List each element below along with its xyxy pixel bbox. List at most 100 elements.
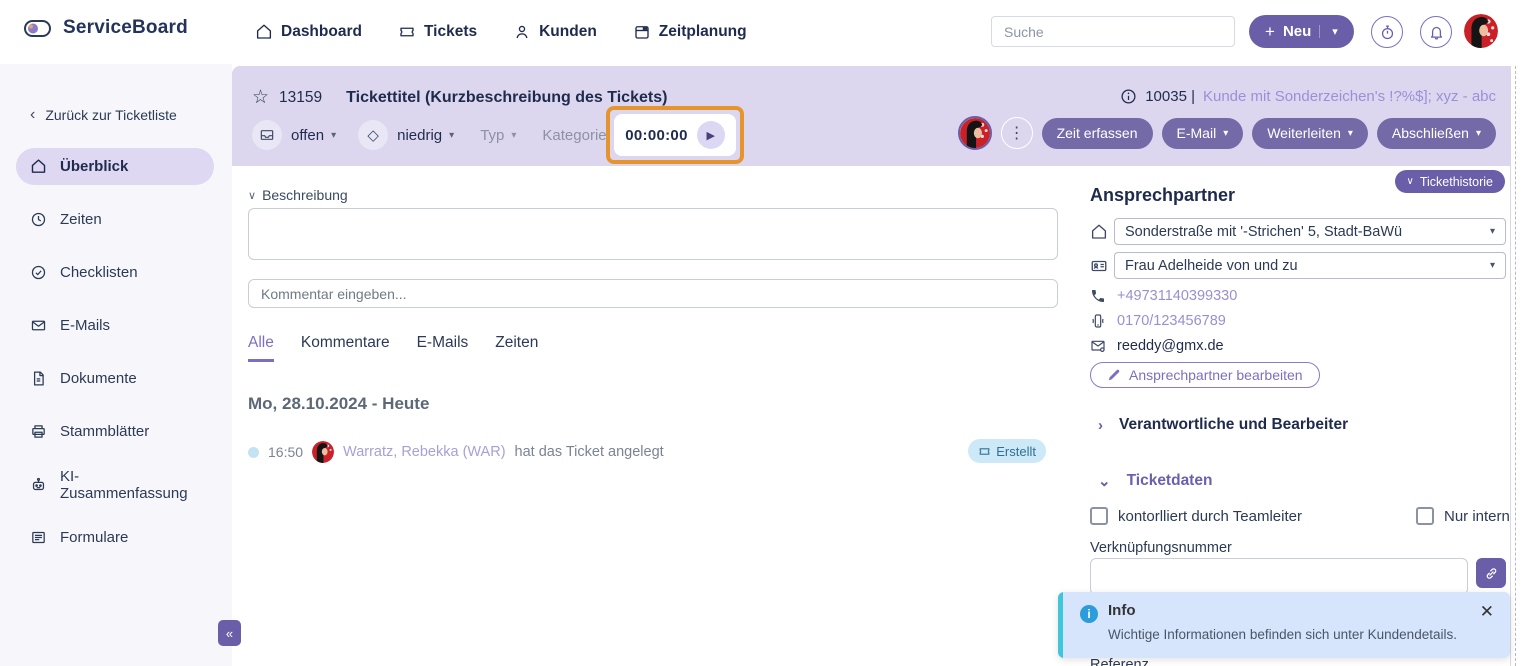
nav-label: Zeitplanung <box>659 23 747 41</box>
left-sidebar: ‹ Zurück zur Ticketliste Überblick Zeite… <box>0 64 232 666</box>
event-badge: Erstellt <box>968 439 1046 463</box>
description-toggle[interactable]: ∨ Beschreibung <box>248 187 348 203</box>
nav-item-zeitplanung[interactable]: Zeitplanung <box>633 23 747 41</box>
type-select[interactable]: Typ <box>480 127 504 144</box>
nav-item-tickets[interactable]: Tickets <box>398 23 477 41</box>
plus-icon: + <box>1265 22 1275 42</box>
chevron-down-icon: ▾ <box>1490 226 1495 237</box>
event-user-avatar[interactable] <box>312 441 334 463</box>
person-icon <box>513 23 531 41</box>
more-options-button[interactable]: ⋮ <box>1001 117 1033 149</box>
tab-emails[interactable]: E-Mails <box>417 334 469 362</box>
edit-contact-button[interactable]: Ansprechpartner bearbeiten <box>1090 362 1320 388</box>
customer-id: 10035 | <box>1145 88 1195 105</box>
sidebar-item-dokumente[interactable]: Dokumente <box>16 360 214 397</box>
ticket-id: 13159 <box>279 89 322 107</box>
responsible-section-toggle[interactable]: › Verantwortliche und Bearbeiter <box>1098 416 1348 434</box>
chevron-down-icon: ▾ <box>1476 128 1481 139</box>
badge-label: Erstellt <box>996 444 1036 459</box>
customer-info-row: 10035 | Kunde mit Sonderzeichen's !?%$];… <box>1120 88 1496 105</box>
info-icon[interactable] <box>1120 88 1137 105</box>
chevron-down-icon[interactable]: ▾ <box>331 130 336 141</box>
comment-input[interactable] <box>248 279 1058 308</box>
ticket-history-button[interactable]: ∨ Tickethistorie <box>1395 170 1506 193</box>
event-action-text: hat das Ticket angelegt <box>515 444 664 460</box>
phone-link[interactable]: +49731140399330 <box>1117 288 1237 304</box>
back-to-ticketlist-link[interactable]: ‹ Zurück zur Ticketliste <box>30 106 177 124</box>
sidebar-item-checklisten[interactable]: Checklisten <box>16 254 214 291</box>
ticket-actions: ⋮ Zeit erfassen E-Mail ▾ Weiterleiten ▾ … <box>958 116 1496 150</box>
email-button[interactable]: E-Mail ▾ <box>1162 118 1244 149</box>
brand-logo-icon <box>24 20 51 37</box>
ticket-icon <box>978 445 991 458</box>
button-label: Tickethistorie <box>1420 175 1493 189</box>
forward-button[interactable]: Weiterleiten ▾ <box>1252 118 1368 149</box>
nav-label: Tickets <box>424 23 477 41</box>
sidebar-item-emails[interactable]: E-Mails <box>16 307 214 344</box>
new-button[interactable]: + Neu ▾ <box>1249 15 1354 48</box>
close-ticket-button[interactable]: Abschließen ▾ <box>1377 118 1496 149</box>
link-button[interactable] <box>1476 558 1506 588</box>
star-icon[interactable]: ☆ <box>252 86 269 109</box>
play-icon[interactable]: ▶ <box>697 121 725 149</box>
user-avatar[interactable] <box>1464 14 1498 48</box>
timetracker-button[interactable] <box>1371 16 1403 48</box>
chevron-down-icon: ∨ <box>1407 176 1414 187</box>
clipped-reference-label: Referenz <box>1090 657 1149 666</box>
check-circle-icon <box>30 264 47 281</box>
activity-tabs: Alle Kommentare E-Mails Zeiten <box>248 334 538 362</box>
address-select[interactable]: Sonderstraße mit '-Strichen' 5, Stadt-Ba… <box>1114 218 1506 245</box>
tab-kommentare[interactable]: Kommentare <box>301 334 390 362</box>
notifications-button[interactable] <box>1420 16 1452 48</box>
sidebar-item-zeiten[interactable]: Zeiten <box>16 201 214 238</box>
nur-intern-checkbox[interactable] <box>1416 507 1434 525</box>
address-row: Sonderstraße mit '-Strichen' 5, Stadt-Ba… <box>1090 218 1506 245</box>
category-select[interactable]: Kategorie <box>542 127 606 144</box>
chevron-down-icon[interactable]: ▾ <box>511 130 516 141</box>
tab-alle[interactable]: Alle <box>248 334 274 362</box>
teamleiter-checkbox[interactable] <box>1090 507 1108 525</box>
chevron-down-icon[interactable]: ▾ <box>1319 25 1348 38</box>
nav-item-kunden[interactable]: Kunden <box>513 23 597 41</box>
sidebar-item-ueberblick[interactable]: Überblick <box>16 148 214 185</box>
link-number-label: Verknüpfungsnummer <box>1090 540 1232 556</box>
assignee-avatar[interactable] <box>958 116 992 150</box>
nav-item-dashboard[interactable]: Dashboard <box>255 23 362 41</box>
event-user-link[interactable]: Warratz, Rebekka (WAR) <box>343 444 505 460</box>
chevron-left-icon: ‹ <box>30 106 35 124</box>
tab-zeiten[interactable]: Zeiten <box>495 334 538 362</box>
ticketdata-section-toggle[interactable]: ⌄ Ticketdaten <box>1098 472 1212 490</box>
robot-icon <box>30 476 47 493</box>
house-icon <box>1090 223 1110 241</box>
email-value: reeddy@gmx.de <box>1117 338 1224 354</box>
customer-link[interactable]: Kunde mit Sonderzeichen's !?%$]; xyz - a… <box>1203 88 1496 105</box>
sidebar-item-label: Zeiten <box>60 211 102 228</box>
sidebar-item-ki-zusammenfassung[interactable]: KI-Zusammenfassung <box>16 466 214 503</box>
link-number-input[interactable] <box>1090 558 1468 595</box>
close-icon[interactable]: ✕ <box>1480 602 1494 622</box>
priority-value[interactable]: niedrig <box>397 127 442 144</box>
sidebar-item-stammblaetter[interactable]: Stammblätter <box>16 413 214 450</box>
back-label: Zurück zur Ticketliste <box>45 107 176 123</box>
brand[interactable]: ServiceBoard <box>24 17 188 39</box>
search-input[interactable] <box>991 16 1235 47</box>
chevron-down-icon: ▾ <box>1490 260 1495 271</box>
section-label: Verantwortliche und Bearbeiter <box>1119 416 1348 434</box>
button-label: Abschließen <box>1392 125 1469 141</box>
description-textarea[interactable] <box>248 208 1058 260</box>
vertical-scrollbar[interactable] <box>1510 66 1522 666</box>
record-time-button[interactable]: Zeit erfassen <box>1042 118 1153 149</box>
sidebar-item-formulare[interactable]: Formulare <box>16 519 214 556</box>
sidebar-collapse-button[interactable]: « <box>218 620 241 646</box>
sidebar-item-label: Stammblätter <box>60 423 149 440</box>
scrollbar-thumb[interactable] <box>1515 66 1518 666</box>
envelope-icon <box>30 317 47 334</box>
chevron-down-icon[interactable]: ▾ <box>449 130 454 141</box>
mobile-link[interactable]: 0170/123456789 <box>1117 313 1226 329</box>
top-navbar: ServiceBoard Dashboard Tickets Kunden Ze… <box>0 0 1522 64</box>
sidebar-item-label: Formulare <box>60 529 128 546</box>
document-icon <box>30 370 47 387</box>
status-value[interactable]: offen <box>291 127 324 144</box>
timeline-day-heading: Mo, 28.10.2024 - Heute <box>248 394 429 414</box>
contact-person-select[interactable]: Frau Adelheide von und zu ▾ <box>1114 252 1506 279</box>
